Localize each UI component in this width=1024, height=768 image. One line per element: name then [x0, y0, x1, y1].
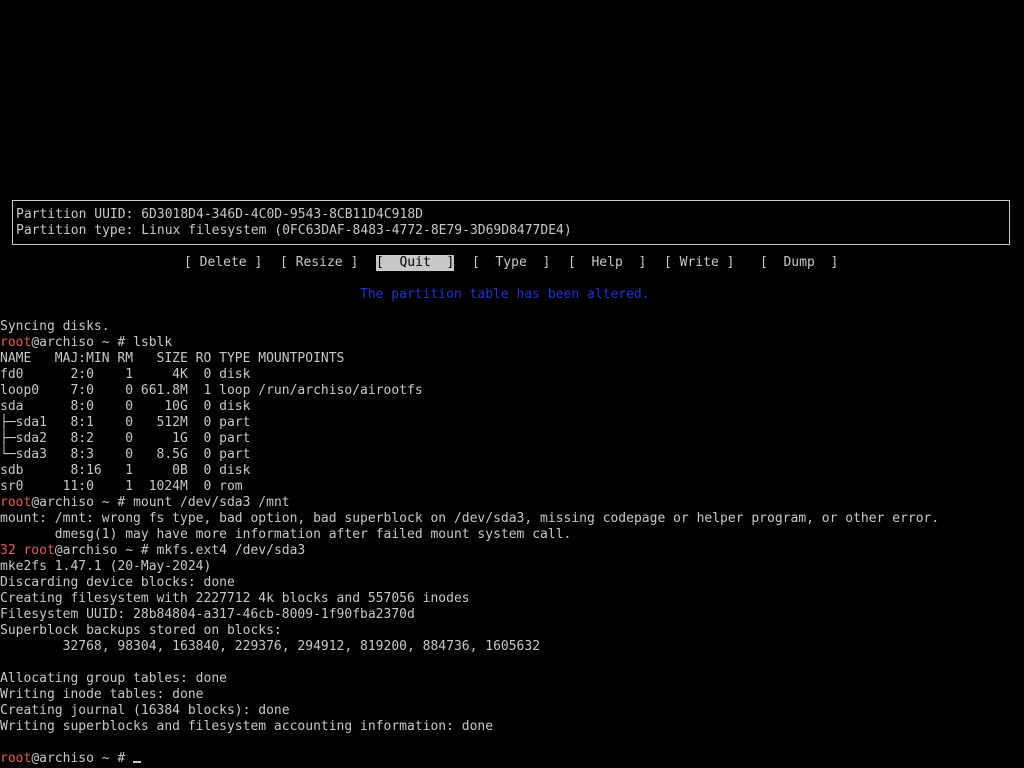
write-button[interactable]: [ Write ]: [664, 255, 734, 271]
prompt-host: @archiso ~ #: [54, 543, 157, 558]
terminal-line: Writing superblocks and filesystem accou…: [0, 719, 494, 734]
dump-button[interactable]: [ Dump ]: [760, 255, 838, 271]
terminal-line: Allocating group tables: done: [0, 671, 227, 686]
terminal-line: Writing inode tables: done: [0, 687, 204, 702]
resize-button[interactable]: [ Resize ]: [280, 255, 358, 271]
partition-uuid: Partition UUID: 6D3018D4-346D-4C0D-9543-…: [16, 207, 423, 222]
lsblk-row: ├─sda1 8:1 0 512M 0 part: [0, 415, 251, 430]
terminal-line: Creating journal (16384 blocks): done: [0, 703, 290, 718]
terminal-line: Syncing disks.: [0, 319, 110, 334]
prompt-host: @archiso ~ #: [31, 751, 134, 766]
lsblk-header: NAME MAJ:MIN RM SIZE RO TYPE MOUNTPOINTS: [0, 351, 345, 366]
lsblk-row: └─sda3 8:3 0 8.5G 0 part: [0, 447, 251, 462]
lsblk-row: sdb 8:16 1 0B 0 disk: [0, 463, 251, 478]
exit-code: 32: [0, 543, 24, 558]
active-prompt-line[interactable]: root@archiso ~ #: [0, 751, 142, 767]
prompt-line: root@archiso ~ # lsblk: [0, 335, 172, 351]
help-button[interactable]: [ Help ]: [568, 255, 646, 271]
terminal-line: Creating filesystem with 2227712 4k bloc…: [0, 591, 470, 606]
prompt-host: @archiso ~ #: [31, 335, 134, 350]
status-message: The partition table has been altered.: [360, 287, 650, 302]
lsblk-row: loop0 7:0 0 661.8M 1 loop /run/archiso/a…: [0, 383, 423, 398]
partition-type: Partition type: Linux filesystem (0FC63D…: [16, 223, 572, 238]
cursor-icon: [133, 761, 142, 763]
lsblk-row: sda 8:0 0 10G 0 disk: [0, 399, 251, 414]
lsblk-row: fd0 2:0 1 4K 0 disk: [0, 367, 251, 382]
prompt-line: root@archiso ~ # mount /dev/sda3 /mnt: [0, 495, 290, 511]
lsblk-row: ├─sda2 8:2 0 1G 0 part: [0, 431, 251, 446]
lsblk-row: sr0 11:0 1 1024M 0 rom: [0, 479, 243, 494]
prompt-host: @archiso ~ #: [31, 495, 134, 510]
command-text: mkfs.ext4 /dev/sda3: [156, 543, 306, 558]
quit-button[interactable]: [ Quit ]: [376, 255, 455, 271]
terminal-line: Discarding device blocks: done: [0, 575, 235, 590]
terminal-line: dmesg(1) may have more information after…: [0, 527, 572, 542]
prompt-line: 32 root@archiso ~ # mkfs.ext4 /dev/sda3: [0, 543, 305, 559]
prompt-user: root: [23, 543, 55, 558]
terminal-line: Superblock backups stored on blocks:: [0, 623, 282, 638]
command-text: lsblk: [133, 335, 173, 350]
terminal-line: 32768, 98304, 163840, 229376, 294912, 81…: [0, 639, 541, 654]
type-button[interactable]: [ Type ]: [472, 255, 550, 271]
prompt-user: root: [0, 335, 32, 350]
terminal-line: Filesystem UUID: 28b84804-a317-46cb-8009…: [0, 607, 415, 622]
delete-button[interactable]: [ Delete ]: [184, 255, 262, 271]
prompt-user: root: [0, 495, 32, 510]
prompt-user: root: [0, 751, 32, 766]
terminal-line: mount: /mnt: wrong fs type, bad option, …: [0, 511, 940, 526]
terminal-line: mke2fs 1.47.1 (20-May-2024): [0, 559, 212, 574]
command-text: mount /dev/sda3 /mnt: [133, 495, 290, 510]
partition-info-box: Partition UUID: 6D3018D4-346D-4C0D-9543-…: [12, 200, 1010, 245]
